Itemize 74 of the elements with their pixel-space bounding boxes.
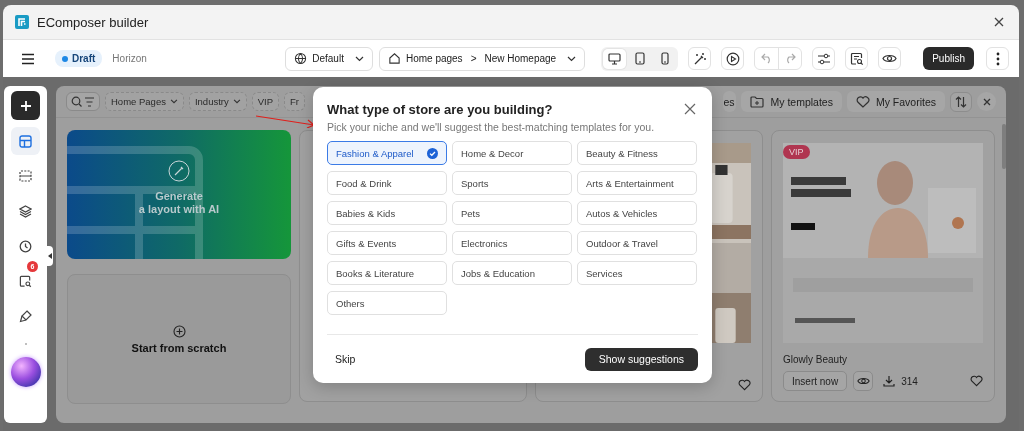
dialog-subtitle: Pick your niche and we'll suggest the best-matching templates for you. <box>327 121 656 133</box>
add-circle-icon <box>172 324 186 338</box>
heart-icon[interactable] <box>738 379 751 391</box>
niche-option[interactable]: Others <box>327 291 447 315</box>
search-page-icon[interactable] <box>845 47 869 70</box>
niche-option[interactable]: Arts & Entertainment <box>577 171 697 195</box>
niche-option[interactable]: Pets <box>452 201 572 225</box>
chevron-down-icon <box>354 55 364 62</box>
window-title: EComposer builder <box>37 14 149 30</box>
add-button[interactable] <box>11 91 40 120</box>
show-suggestions-button[interactable]: Show suggestions <box>584 347 698 371</box>
preview-icon[interactable] <box>853 371 874 391</box>
search-filter-button[interactable] <box>66 92 100 111</box>
download-icon <box>883 375 896 387</box>
filter-chip[interactable]: Fr <box>284 92 305 111</box>
ai-layout-card[interactable]: Generate a layout with AI <box>67 130 291 259</box>
insert-button[interactable]: Insert now <box>783 371 848 391</box>
check-icon <box>427 147 438 159</box>
scrollbar[interactable] <box>1002 124 1006 169</box>
close-icon[interactable] <box>682 101 698 117</box>
niche-option[interactable]: Books & Literature <box>327 261 447 285</box>
niche-option[interactable]: Beauty & Fitness <box>577 141 697 165</box>
home-icon <box>387 52 401 65</box>
sort-icon[interactable] <box>950 91 972 112</box>
niche-option[interactable]: Services <box>577 261 697 285</box>
blank-template-card[interactable]: Start from scratch <box>67 274 291 404</box>
dialog-title: What type of store are you building? <box>327 101 553 117</box>
page-dropdown[interactable]: Home pages > New Homepage <box>378 46 586 71</box>
globe-icon <box>294 52 308 65</box>
sliders-icon[interactable] <box>812 47 836 70</box>
filter-chip[interactable]: Home Pages <box>105 92 184 111</box>
panel-tab[interactable]: es <box>723 91 737 112</box>
more-icon[interactable] <box>986 47 1009 70</box>
panel-tab[interactable]: My templates <box>741 91 842 112</box>
publish-button[interactable]: Publish <box>923 47 974 70</box>
chevron-down-icon <box>232 99 241 104</box>
chevron-down-icon <box>567 55 577 62</box>
chevron-down-icon <box>169 99 178 104</box>
folder-icon <box>750 95 765 108</box>
niche-option[interactable]: Electronics <box>452 231 572 255</box>
heart-icon <box>855 95 870 108</box>
filter-chip[interactable]: Industry <box>188 92 247 111</box>
download-count: 314 <box>901 375 918 387</box>
card-label: Start from scratch <box>131 341 227 354</box>
collapse-handle[interactable] <box>47 246 53 266</box>
niche-option[interactable]: Gifts & Events <box>327 231 447 255</box>
status-badge: Draft <box>55 50 103 67</box>
niche-option[interactable]: Sports <box>452 171 572 195</box>
niche-option[interactable]: Outdoor & Travel <box>577 231 697 255</box>
template-card[interactable]: VIP Glowly Beauty Insert now 314 <box>771 130 995 402</box>
niche-option[interactable]: Fashion & Apparel <box>327 141 447 165</box>
ai-card-text: Generate a layout with AI <box>138 190 220 215</box>
heart-icon[interactable] <box>970 375 983 387</box>
vip-badge: VIP <box>783 145 810 159</box>
plus-icon <box>19 99 32 112</box>
assistant-orb-icon[interactable] <box>10 357 41 387</box>
app-logo-icon <box>15 15 29 29</box>
niche-option[interactable]: Home & Decor <box>452 141 572 165</box>
niche-option[interactable]: Babies & Kids <box>327 201 447 225</box>
desktop-icon[interactable] <box>603 48 627 69</box>
templates-icon[interactable] <box>11 127 40 155</box>
niche-option[interactable]: Autos & Vehicles <box>577 201 697 225</box>
template-name: Glowly Beauty <box>783 354 848 365</box>
close-icon[interactable] <box>977 92 996 111</box>
niche-option[interactable]: Jobs & Education <box>452 261 572 285</box>
play-icon[interactable] <box>721 47 745 70</box>
magic-wand-icon[interactable] <box>688 47 712 70</box>
language-dropdown[interactable]: Default <box>285 46 373 71</box>
theme-name: Horizon <box>112 53 147 64</box>
niche-option[interactable]: Food & Drink <box>327 171 447 195</box>
skip-button[interactable]: Skip <box>327 353 364 365</box>
filter-chip[interactable]: VIP <box>251 92 280 111</box>
panel-tab[interactable]: My Favorites <box>846 91 945 112</box>
magic-wand-icon <box>168 160 190 183</box>
